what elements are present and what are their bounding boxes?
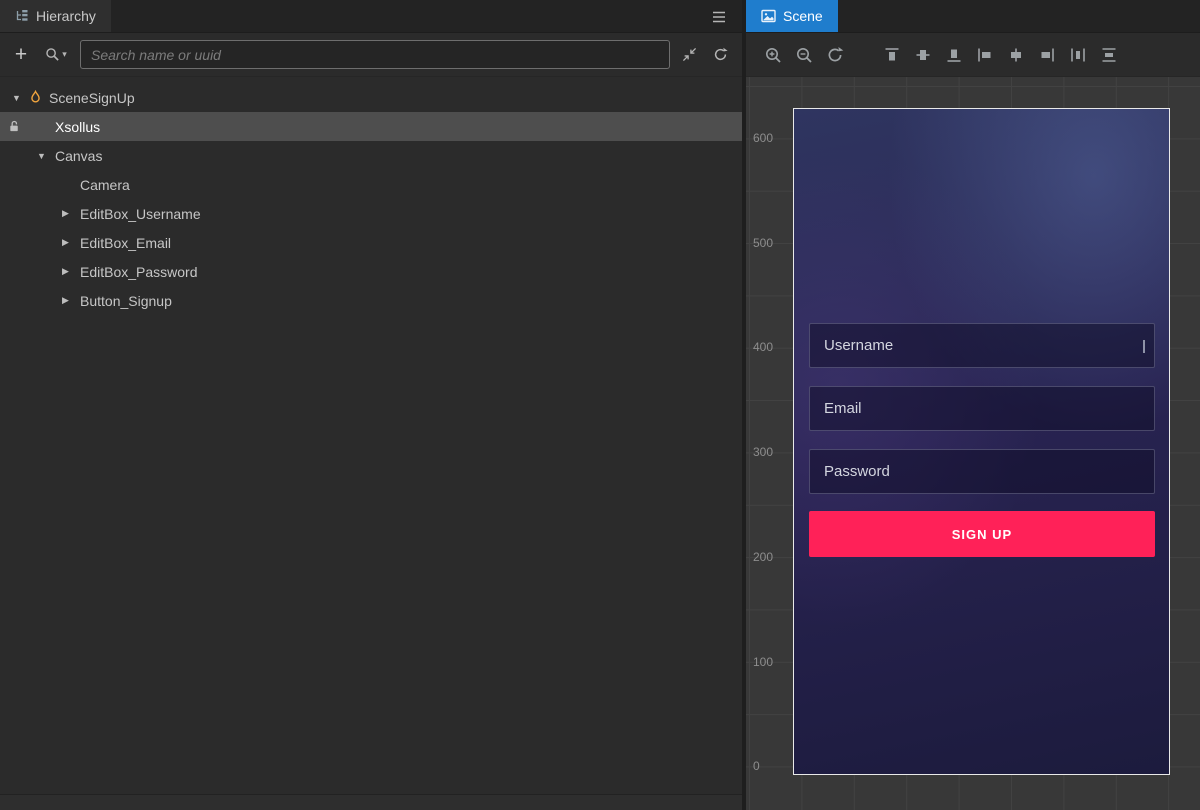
- tree-node-xsollus[interactable]: Xsollus: [0, 112, 742, 141]
- align-hcenter-icon[interactable]: [1007, 46, 1025, 64]
- expand-arrow-icon[interactable]: ▼: [12, 93, 28, 103]
- zoom-in-icon[interactable]: [764, 46, 782, 64]
- game-canvas[interactable]: Username Email Password SIGN UP: [793, 108, 1170, 775]
- collapse-arrow-icon[interactable]: ▶: [62, 295, 78, 306]
- refresh-icon[interactable]: [708, 43, 732, 67]
- tree-node-canvas[interactable]: ▼Canvas: [0, 141, 742, 170]
- collapse-all-icon[interactable]: [677, 43, 701, 67]
- tree-node-label: Canvas: [53, 148, 102, 164]
- scene-image-icon: [761, 9, 776, 23]
- reset-view-icon[interactable]: [826, 46, 844, 64]
- tree-node-label: EditBox_Username: [78, 206, 201, 222]
- tree-node-camera[interactable]: Camera: [0, 170, 742, 199]
- collapse-arrow-icon[interactable]: ▶: [62, 237, 78, 248]
- ruler-label: 200: [753, 549, 773, 565]
- tab-hierarchy-label: Hierarchy: [36, 8, 96, 24]
- collapse-arrow-icon[interactable]: ▶: [62, 208, 78, 219]
- editbox-placeholder: Username: [824, 337, 893, 354]
- tab-hierarchy[interactable]: Hierarchy: [0, 0, 111, 32]
- align-top-icon[interactable]: [883, 46, 901, 64]
- search-icon: [45, 47, 60, 62]
- tree-node-button_signup[interactable]: ▶Button_Signup: [0, 286, 742, 315]
- tree-node-editbox_email[interactable]: ▶EditBox_Email: [0, 228, 742, 257]
- align-bottom-icon[interactable]: [945, 46, 963, 64]
- tree-node-label: Button_Signup: [78, 293, 172, 309]
- signup-button[interactable]: SIGN UP: [809, 511, 1155, 557]
- search-input[interactable]: [80, 40, 670, 69]
- ruler-label: 600: [753, 130, 773, 146]
- tree-node-label: SceneSignUp: [47, 90, 135, 106]
- ruler-label: 0: [753, 758, 760, 774]
- zoom-out-icon[interactable]: [795, 46, 813, 64]
- unlock-icon[interactable]: [8, 120, 21, 133]
- scene-tabbar: Scene: [746, 0, 1200, 33]
- tab-scene[interactable]: Scene: [746, 0, 838, 32]
- chevron-down-icon: ▾: [62, 49, 67, 60]
- panel-menu-icon[interactable]: [712, 0, 726, 33]
- search-filter-button[interactable]: ▾: [39, 47, 73, 62]
- scene-toolbar: [746, 33, 1200, 77]
- editbox-email[interactable]: Email: [809, 386, 1155, 431]
- tree-node-label: Xsollus: [53, 119, 100, 135]
- tab-scene-label: Scene: [783, 8, 823, 24]
- distribute-vertical-icon[interactable]: [1100, 46, 1118, 64]
- tree-node-label: Camera: [78, 177, 130, 193]
- tree-node-scenesignup[interactable]: ▼ SceneSignUp: [0, 83, 742, 112]
- collapse-arrow-icon[interactable]: ▶: [62, 266, 78, 277]
- expand-arrow-icon[interactable]: ▼: [37, 151, 53, 161]
- hierarchy-search-row: + ▾: [0, 33, 742, 77]
- scene-viewport[interactable]: 600 500 400 300 200 100 0 Username Email Passwor…: [746, 77, 1200, 810]
- tree-node-editbox_password[interactable]: ▶EditBox_Password: [0, 257, 742, 286]
- add-node-button[interactable]: +: [10, 44, 32, 65]
- editor-root: Hierarchy + ▾ ▼SceneSignUpXsollus▼Canvas…: [0, 0, 1200, 810]
- align-left-icon[interactable]: [976, 46, 994, 64]
- distribute-horizontal-icon[interactable]: [1069, 46, 1087, 64]
- editbox-placeholder: Email: [824, 400, 862, 417]
- hierarchy-tabbar: Hierarchy: [0, 0, 742, 33]
- align-vcenter-icon[interactable]: [914, 46, 932, 64]
- editbox-placeholder: Password: [824, 463, 890, 480]
- ruler-label: 100: [753, 654, 773, 670]
- editbox-password[interactable]: Password: [809, 449, 1155, 494]
- hierarchy-tree: ▼SceneSignUpXsollus▼CanvasCamera▶EditBox…: [0, 77, 742, 794]
- tree-node-label: EditBox_Password: [78, 264, 198, 280]
- tree-node-editbox_username[interactable]: ▶EditBox_Username: [0, 199, 742, 228]
- hierarchy-tree-icon: [15, 9, 29, 23]
- ruler-label: 400: [753, 339, 773, 355]
- ruler-label: 300: [753, 444, 773, 460]
- ruler-label: 500: [753, 235, 773, 251]
- editbox-cursor: [1143, 340, 1145, 353]
- editbox-username[interactable]: Username: [809, 323, 1155, 368]
- hierarchy-footer: [0, 794, 742, 810]
- scene-panel: Scene 600 500 400 300 200 100 0 Username Email P…: [746, 0, 1200, 810]
- hierarchy-panel: Hierarchy + ▾ ▼SceneSignUpXsollus▼Canvas…: [0, 0, 742, 810]
- tree-node-label: EditBox_Email: [78, 235, 171, 251]
- align-right-icon[interactable]: [1038, 46, 1056, 64]
- scene-flame-icon: [28, 90, 47, 105]
